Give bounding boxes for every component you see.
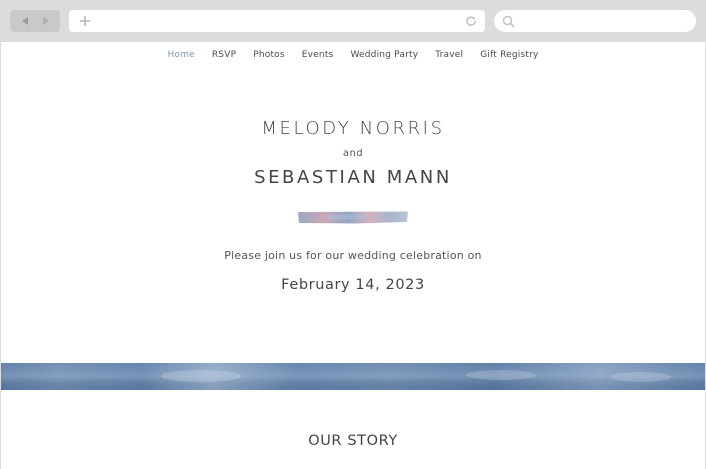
browser-chrome bbox=[0, 0, 706, 42]
watercolor-divider-band bbox=[1, 363, 705, 390]
our-story-heading: OUR STORY bbox=[308, 433, 398, 449]
nav-travel[interactable]: Travel bbox=[435, 50, 463, 60]
invitation-text: Please join us for our wedding celebrati… bbox=[224, 249, 482, 262]
groom-name: SEBASTIAN MANN bbox=[254, 167, 452, 188]
browser-search-field[interactable] bbox=[494, 10, 696, 32]
conjunction: and bbox=[342, 148, 364, 159]
search-icon bbox=[500, 13, 516, 29]
nav-gift-registry[interactable]: Gift Registry bbox=[480, 50, 538, 60]
nav-events[interactable]: Events bbox=[302, 50, 334, 60]
bride-name: MELODY NORRIS bbox=[261, 118, 445, 139]
nav-wedding-party[interactable]: Wedding Party bbox=[350, 50, 418, 60]
wedding-date: February 14, 2023 bbox=[281, 277, 425, 293]
watercolor-brushstroke bbox=[298, 211, 408, 224]
nav-home[interactable]: Home bbox=[167, 50, 194, 60]
history-buttons bbox=[10, 10, 60, 32]
site-navigation: Home RSVP Photos Events Wedding Party Tr… bbox=[1, 50, 705, 60]
forward-arrow-icon[interactable] bbox=[37, 12, 55, 30]
nav-photos[interactable]: Photos bbox=[253, 50, 285, 60]
page-viewport: Home RSVP Photos Events Wedding Party Tr… bbox=[1, 42, 705, 469]
reload-icon[interactable] bbox=[463, 13, 479, 29]
address-bar[interactable] bbox=[69, 10, 485, 32]
back-arrow-icon[interactable] bbox=[16, 12, 34, 30]
plus-icon[interactable] bbox=[78, 13, 92, 29]
nav-rsvp[interactable]: RSVP bbox=[212, 50, 236, 60]
